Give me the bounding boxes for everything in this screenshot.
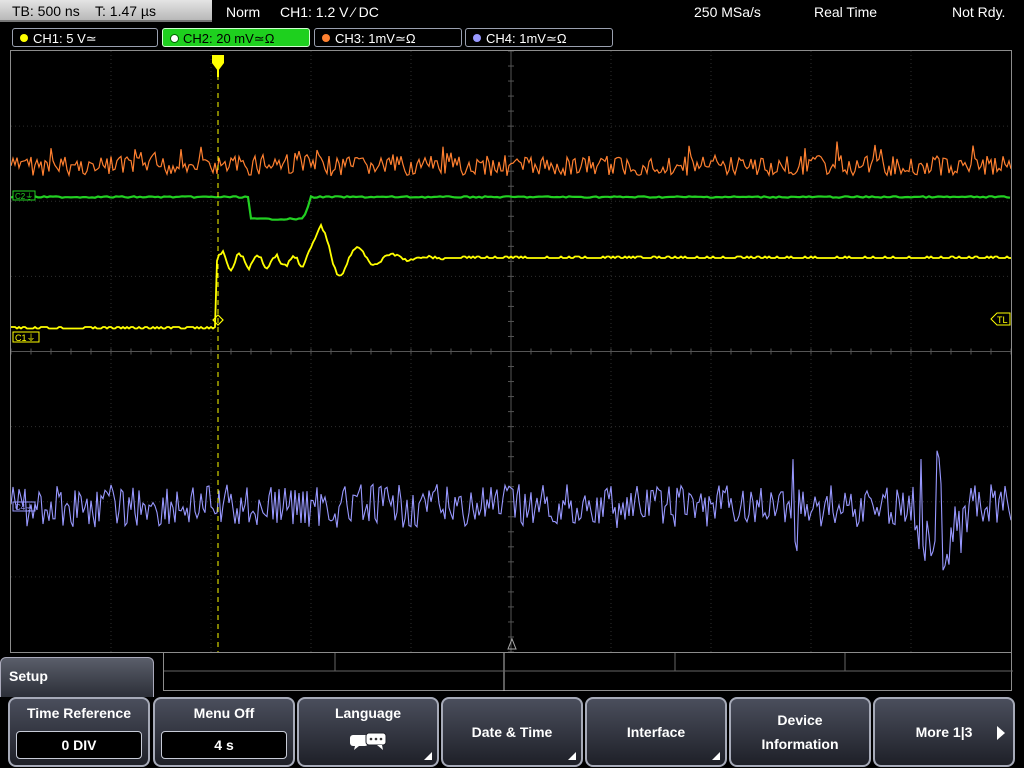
svg-text:C2⏚: C2⏚ bbox=[15, 192, 33, 201]
softkey-date-time[interactable]: Date & Time bbox=[441, 697, 583, 767]
trigger-mode[interactable]: Norm bbox=[226, 0, 260, 24]
tab-ch4[interactable]: CH4: 1mV≃Ω bbox=[465, 28, 613, 47]
ch4-label: CH4: 1mV≃Ω bbox=[486, 31, 567, 46]
ch2-label: CH2: 20 mV≃Ω bbox=[183, 31, 275, 46]
acquisition-state: Not Rdy. bbox=[952, 4, 1006, 20]
menu-off-value: 4 s bbox=[161, 731, 287, 759]
ch4-dot-icon bbox=[473, 34, 481, 42]
softkey-device-information[interactable]: Device Information bbox=[729, 697, 871, 767]
tab-ch3[interactable]: CH3: 1mV≃Ω bbox=[314, 28, 462, 47]
submenu-corner-icon bbox=[712, 752, 720, 760]
softkey-interface[interactable]: Interface bbox=[585, 697, 727, 767]
tab-ch1[interactable]: CH1: 5 V≃ bbox=[12, 28, 158, 47]
softkey-time-reference[interactable]: Time Reference 0 DIV bbox=[8, 697, 150, 767]
waveform-display[interactable]: C1⏚ C2⏚ C4⏚ TL bbox=[10, 50, 1012, 653]
menu-title: Setup bbox=[9, 668, 48, 684]
svg-text:TL: TL bbox=[997, 315, 1008, 325]
device-information-label-2: Information bbox=[761, 736, 839, 752]
ch1-dot-icon bbox=[20, 34, 28, 42]
more-label: More 1|3 bbox=[915, 724, 973, 740]
language-label: Language bbox=[334, 705, 402, 721]
timebase-label: TB: 500 ns bbox=[12, 3, 80, 19]
time-reference-value: 0 DIV bbox=[16, 731, 142, 759]
waveform-canvas: C1⏚ C2⏚ C4⏚ TL bbox=[11, 51, 1011, 652]
status-bar: TB: 500 ns T: 1.47 µs Norm CH1: 1.2 V ⁄ … bbox=[0, 0, 1024, 24]
interface-label: Interface bbox=[626, 724, 686, 740]
menu-title-tab: Setup bbox=[0, 657, 154, 697]
svg-text:C1⏚: C1⏚ bbox=[15, 333, 36, 343]
sample-rate: 250 MSa/s bbox=[694, 4, 761, 20]
trigger-source[interactable]: CH1: 1.2 V ⁄ DC bbox=[280, 0, 379, 24]
softkey-language[interactable]: Language bbox=[297, 697, 439, 767]
graticule bbox=[11, 51, 1011, 652]
speech-bubbles-icon bbox=[350, 732, 387, 750]
ch1-label: CH1: 5 V≃ bbox=[33, 31, 97, 46]
device-information-label-1: Device bbox=[777, 712, 823, 728]
ch2-marker[interactable]: C2⏚ bbox=[12, 190, 36, 201]
ch4-marker[interactable]: C4⏚ bbox=[12, 501, 36, 512]
trigger-time-label: T: 1.47 µs bbox=[95, 3, 156, 19]
ch3-dot-icon bbox=[322, 34, 330, 42]
next-page-arrow-icon bbox=[997, 726, 1005, 740]
time-reference-label: Time Reference bbox=[26, 705, 131, 721]
acquisition-mode: Real Time bbox=[814, 4, 878, 20]
horizontal-center-marker-icon bbox=[507, 637, 517, 650]
submenu-corner-icon bbox=[424, 752, 432, 760]
svg-text:C4⏚: C4⏚ bbox=[15, 503, 33, 512]
ch1-ground-marker[interactable]: C1⏚ bbox=[12, 331, 40, 343]
softkey-menu-off[interactable]: Menu Off 4 s bbox=[153, 697, 295, 767]
menu-off-label: Menu Off bbox=[193, 705, 255, 721]
trigger-level-marker[interactable]: TL bbox=[990, 312, 1011, 326]
zoom-strip bbox=[163, 653, 1013, 691]
tab-ch2[interactable]: CH2: 20 mV≃Ω bbox=[162, 28, 310, 47]
date-time-label: Date & Time bbox=[471, 724, 553, 740]
trigger-position-marker-icon[interactable] bbox=[212, 55, 224, 71]
submenu-corner-icon bbox=[568, 752, 576, 760]
ch2-dot-icon bbox=[170, 34, 179, 43]
timebase-box[interactable]: TB: 500 ns T: 1.47 µs bbox=[0, 0, 212, 22]
ch3-label: CH3: 1mV≃Ω bbox=[335, 31, 416, 46]
softkey-more[interactable]: More 1|3 bbox=[873, 697, 1015, 767]
